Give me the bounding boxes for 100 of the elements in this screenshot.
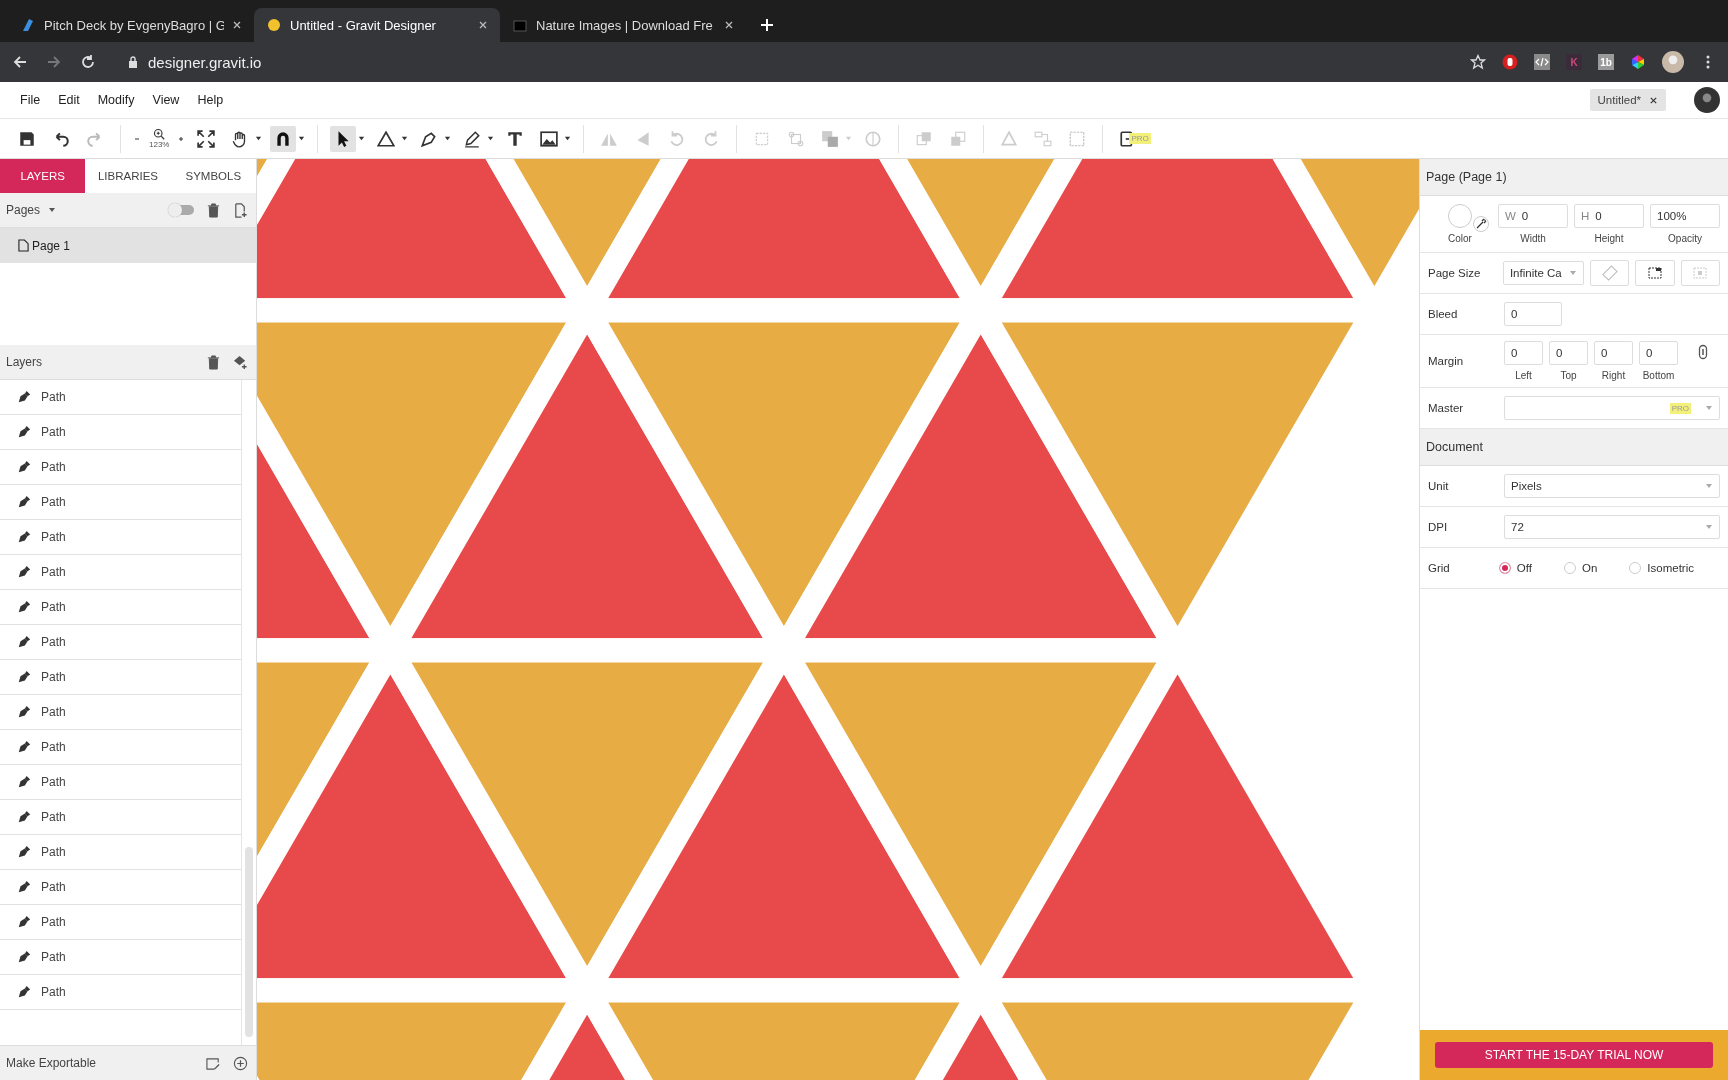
zoom-in-icon[interactable] [177,134,186,143]
layer-item[interactable]: Path [0,590,241,625]
input-field[interactable]: W 0 [1498,204,1568,228]
close-icon[interactable] [478,20,488,30]
add-page-icon[interactable] [233,202,248,218]
field-label: Grid [1428,562,1451,574]
menu-item[interactable]: File [20,93,41,107]
pen-icon [17,495,31,509]
address-field[interactable]: designer.gravit.io [114,53,1452,71]
trash-icon[interactable] [206,202,221,218]
forward-icon[interactable] [46,54,62,70]
layer-item[interactable]: Path [0,870,241,905]
panel-tab[interactable]: LAYERS [0,159,86,193]
dropdown[interactable]: 72 [1504,515,1720,539]
edit-icon[interactable] [206,1055,221,1071]
pen-icon [17,880,31,894]
page-size-dropdown[interactable]: Infinite Ca [1502,261,1584,285]
input-field[interactable]: 0 [1504,302,1562,326]
field-label: Width [1520,233,1546,244]
caret-icon[interactable] [358,135,366,142]
layer-item[interactable]: Path [0,800,241,835]
pen-icon [17,985,31,999]
pen-icon [17,775,31,789]
back-icon[interactable] [12,54,28,70]
resize-button[interactable] [1635,260,1675,286]
input-field[interactable]: 0 [1549,341,1588,365]
caret-icon[interactable] [401,135,409,142]
caret-icon[interactable] [487,135,495,142]
layer-item[interactable]: Path [0,380,241,415]
radio-option[interactable]: On [1564,562,1598,574]
input-field[interactable]: 0 [1639,341,1678,365]
menu-item[interactable]: View [152,93,180,107]
code-icon[interactable] [1534,54,1550,70]
center-icon [1692,265,1709,281]
layer-item[interactable]: Path [0,975,241,1010]
layer-item[interactable]: Path [0,905,241,940]
browser-tab[interactable]: Nature Images | Download Fre [500,8,746,42]
field-label: Opacity [1668,233,1702,244]
layer-item[interactable]: Path [0,940,241,975]
avatar-icon[interactable] [1694,87,1720,113]
page-item[interactable]: Page 1 [0,228,256,263]
layer-item[interactable]: Path [0,835,241,870]
browser-tab[interactable]: Untitled - Gravit Designer [254,8,500,42]
input-field[interactable]: 100% [1650,204,1720,228]
magnet-icon[interactable] [270,125,297,152]
field-label: Right [1601,370,1626,381]
field-label: Color [1448,233,1472,244]
close-icon[interactable] [1649,95,1658,105]
input-field[interactable]: 0 [1594,341,1633,365]
caret-icon[interactable] [298,135,306,142]
layer-item[interactable]: Path [0,485,241,520]
trash-icon[interactable] [206,354,221,370]
dropdown[interactable]: Pixels [1504,474,1720,498]
browser-tab[interactable]: Pitch Deck by EvgenyBagro | G [8,8,254,42]
layer-item[interactable]: Path [0,765,241,800]
panel-tab[interactable]: LIBRARIES [85,159,171,193]
layer-item[interactable]: Path [0,730,241,765]
trial-button[interactable]: START THE 15-DAY TRIAL NOW [1435,1042,1713,1068]
close-icon[interactable] [232,20,242,30]
menu-item[interactable]: Help [197,93,224,107]
caret-icon[interactable] [255,135,263,142]
new-tab-icon[interactable] [760,18,774,32]
pen-icon [17,810,31,824]
pen-icon [17,670,31,684]
zoom-icon[interactable] [153,128,166,140]
caret-icon [1568,269,1577,277]
add-icon[interactable] [233,1055,248,1071]
caret-icon [48,206,57,214]
link-icon[interactable] [1698,344,1708,360]
radio-option[interactable]: Isometric [1629,562,1694,574]
pages-dropdown[interactable]: Pages [6,203,57,217]
menu-item[interactable]: Modify [97,93,135,107]
input-field[interactable]: H 0 [1574,204,1644,228]
layer-item[interactable]: Path [0,415,241,450]
caret-icon[interactable] [564,135,572,142]
input-field[interactable]: 0 [1504,341,1543,365]
field-label: Master [1428,402,1465,414]
menu-item[interactable]: Edit [58,93,80,107]
caret-icon[interactable] [444,135,452,142]
caret-icon [1705,404,1713,412]
toggle-switch[interactable] [170,205,194,215]
document-tab[interactable]: Untitled* [1589,89,1666,111]
reload-icon[interactable] [80,54,96,70]
scrollbar-thumb[interactable] [245,847,253,1037]
eyedropper-icon[interactable] [1473,216,1489,232]
layer-item[interactable]: Path [0,695,241,730]
panel-tab[interactable]: SYMBOLS [170,159,256,193]
radio-option[interactable]: Off [1498,562,1532,574]
layer-item[interactable]: Path [0,520,241,555]
avatar-icon[interactable] [1662,51,1684,73]
pointer-icon[interactable] [330,125,357,152]
zoom-level: 123% [149,140,170,149]
add-layer-icon[interactable] [233,354,248,370]
color-wheel-icon[interactable] [1630,54,1646,70]
layer-item[interactable]: Path [0,625,241,660]
close-icon[interactable] [724,20,734,30]
layer-item[interactable]: Path [0,660,241,695]
layer-item[interactable]: Path [0,555,241,590]
star-icon[interactable] [1470,54,1486,70]
layer-item[interactable]: Path [0,450,241,485]
